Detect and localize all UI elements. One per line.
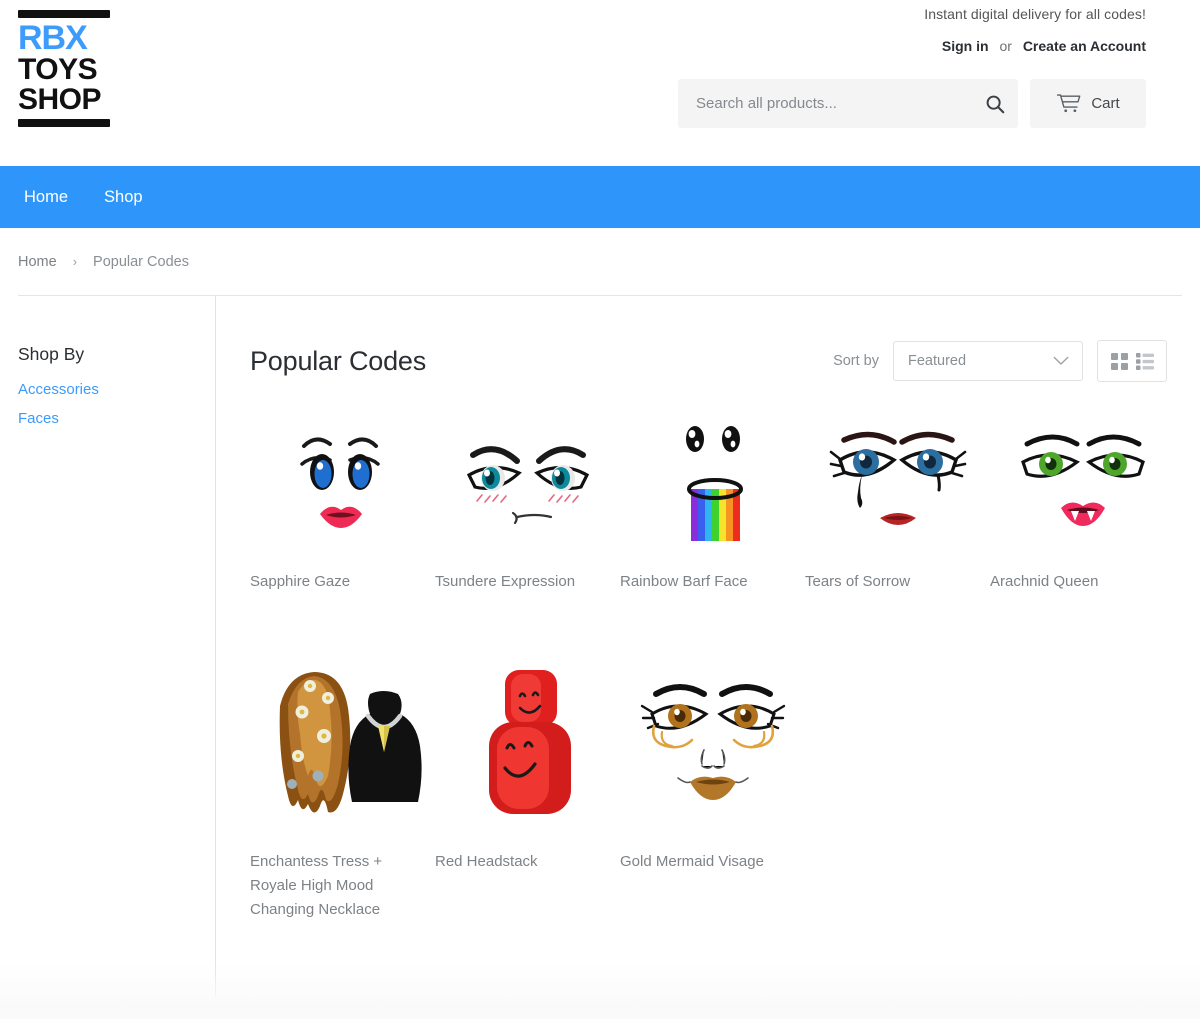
nav-item-home[interactable]: Home: [6, 166, 86, 228]
face-art-gold-mermaid-visage: [640, 683, 785, 800]
sort-by-label: Sort by: [833, 353, 879, 369]
face-art-sapphire-gaze: [299, 437, 380, 528]
face-art-arachnid-queen: [1020, 434, 1145, 526]
product-card-tsundere-expression[interactable]: Tsundere Expression: [435, 416, 620, 594]
create-account-link[interactable]: Create an Account: [1023, 38, 1146, 54]
sign-in-link[interactable]: Sign in: [942, 38, 989, 54]
search-submit-button[interactable]: [984, 93, 1006, 115]
product-title: Arachnid Queen: [990, 573, 1099, 590]
logo-bottom-bar: [18, 118, 110, 127]
logo-text-shop: SHOP: [18, 83, 102, 117]
product-grid-row-2: Enchantess Tress + Royale High Mood Chan…: [250, 656, 1189, 922]
content-area: Shop By Accessories Faces Popular Codes …: [0, 296, 1200, 996]
breadcrumb-wrapper: Home › Popular Codes: [0, 228, 1200, 296]
search-box[interactable]: [678, 79, 1018, 128]
search-icon: [986, 95, 1005, 113]
product-listing: Popular Codes Sort by Featured Sapphire …: [215, 296, 1189, 996]
product-image-rainbow-barf-face: [620, 416, 805, 556]
breadcrumb: Home › Popular Codes: [18, 228, 1182, 296]
product-card-arachnid-queen[interactable]: Arachnid Queen: [990, 416, 1175, 594]
grid-view-icon: [1110, 352, 1128, 370]
face-art-tears-of-sorrow: [829, 431, 966, 525]
product-grid-row-1: Sapphire Gaze Tsundere Expression Rainbo…: [250, 416, 1189, 594]
product-card-sapphire-gaze[interactable]: Sapphire Gaze: [250, 416, 435, 594]
grid-empty-cell: [805, 656, 990, 922]
page-title: Popular Codes: [250, 345, 427, 376]
breadcrumb-current: Popular Codes: [93, 253, 189, 270]
account-links: Sign in or Create an Account: [924, 38, 1146, 54]
list-view-button[interactable]: [1135, 352, 1154, 370]
product-title: Tears of Sorrow: [805, 573, 911, 590]
product-title: Red Headstack: [435, 853, 538, 870]
product-title: Sapphire Gaze: [250, 573, 351, 590]
grid-empty-cell: [990, 656, 1175, 922]
list-view-icon: [1135, 352, 1154, 370]
product-title: Rainbow Barf Face: [620, 573, 748, 590]
product-image-sapphire-gaze: [250, 416, 435, 556]
search-and-cart: Cart: [678, 79, 1146, 128]
header-utility-area: Instant digital delivery for all codes! …: [924, 0, 1146, 54]
cart-button[interactable]: Cart: [1030, 79, 1146, 128]
logo-top-bar: [18, 10, 110, 18]
sidebar-item-faces[interactable]: Faces: [18, 410, 215, 427]
sidebar: Shop By Accessories Faces: [18, 296, 215, 996]
product-card-tears-of-sorrow[interactable]: Tears of Sorrow: [805, 416, 990, 594]
page-root: RBX TOYS SHOP Instant digital delivery f…: [0, 0, 1200, 1019]
nav-item-shop[interactable]: Shop: [86, 166, 161, 228]
sort-controls: Sort by Featured: [833, 340, 1167, 382]
face-art-tsundere-expression: [466, 445, 590, 524]
breadcrumb-separator-icon: ›: [72, 254, 78, 269]
product-image-tsundere-expression: [435, 416, 620, 556]
promo-message: Instant digital delivery for all codes!: [924, 6, 1146, 22]
product-image-enchantess-tress-necklace: [250, 656, 435, 836]
product-card-rainbow-barf-face[interactable]: Rainbow Barf Face: [620, 416, 805, 594]
product-art-enchantess-tress-necklace: [279, 671, 422, 813]
logo-text-toys: TOYS: [18, 52, 98, 86]
primary-nav: Home Shop: [0, 166, 1200, 228]
product-image-red-headstack: [435, 656, 620, 836]
product-image-tears-of-sorrow: [805, 416, 990, 556]
site-logo[interactable]: RBX TOYS SHOP: [18, 10, 110, 127]
product-card-gold-mermaid-visage[interactable]: Gold Mermaid Visage: [620, 656, 805, 922]
product-art-red-headstack: [488, 669, 571, 814]
search-input[interactable]: [694, 94, 964, 113]
grid-view-button[interactable]: [1110, 352, 1128, 370]
listing-header: Popular Codes Sort by Featured: [250, 340, 1189, 382]
product-title: Gold Mermaid Visage: [620, 853, 764, 870]
product-image-arachnid-queen: [990, 416, 1175, 556]
product-title: Enchantess Tress + Royale High Mood Chan…: [250, 853, 383, 918]
sidebar-title: Shop By: [18, 344, 85, 364]
view-toggle-group[interactable]: [1097, 340, 1167, 382]
breadcrumb-home-link[interactable]: Home: [18, 254, 57, 270]
account-or-text: or: [999, 38, 1012, 54]
sidebar-item-accessories[interactable]: Accessories: [18, 381, 215, 398]
logo-text-rbx: RBX: [18, 19, 88, 57]
sort-select[interactable]: Featured: [893, 341, 1083, 381]
shopping-cart-icon: [1057, 93, 1081, 112]
product-card-red-headstack[interactable]: Red Headstack: [435, 656, 620, 922]
face-art-rainbow-barf-face: [685, 426, 743, 541]
product-card-enchantess-tress-necklace[interactable]: Enchantess Tress + Royale High Mood Chan…: [250, 656, 435, 922]
product-title: Tsundere Expression: [435, 573, 576, 590]
chevron-down-icon: [1053, 356, 1069, 365]
sort-select-value: Featured: [908, 353, 967, 369]
site-header: RBX TOYS SHOP Instant digital delivery f…: [0, 0, 1200, 166]
product-image-gold-mermaid-visage: [620, 656, 805, 836]
cart-label: Cart: [1091, 95, 1120, 112]
